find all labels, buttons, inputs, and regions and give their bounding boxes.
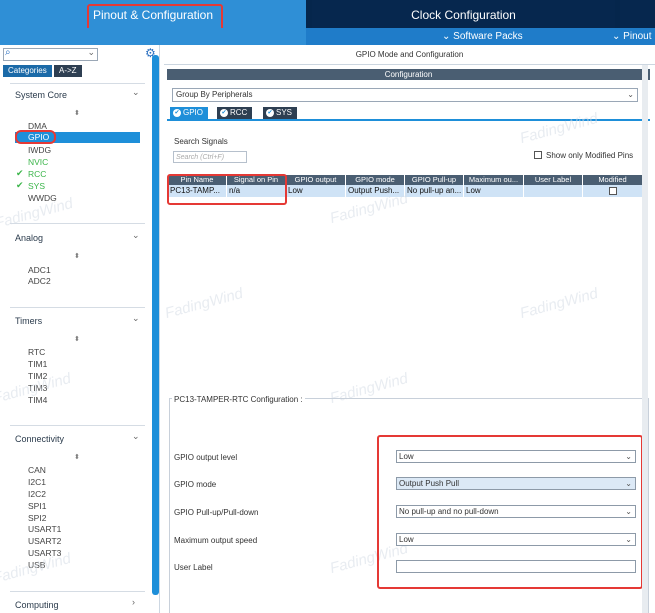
pinout-menu[interactable]: ⌄ Pinout: [612, 28, 652, 45]
section-timers[interactable]: Timers: [15, 316, 42, 326]
a-to-z-button[interactable]: A->Z: [54, 65, 82, 77]
highlight-box-pinout-tab: [87, 4, 223, 31]
search-signals-label: Search Signals: [174, 137, 228, 146]
sidebar-item-rtc[interactable]: RTC: [28, 347, 45, 357]
tab-rcc[interactable]: ✔ RCC: [217, 107, 253, 119]
chevron-down-icon[interactable]: ⌄: [132, 313, 140, 324]
panel-title: GPIO Mode and Configuration: [164, 45, 655, 65]
chevron-down-icon[interactable]: ⌄: [132, 87, 140, 98]
divider: [10, 425, 145, 426]
gpio-mode-label: GPIO mode: [174, 480, 217, 489]
modified-checkbox[interactable]: [609, 187, 617, 195]
software-packs-label: Software Packs: [453, 31, 523, 42]
table-cell-gpio-output[interactable]: Low: [286, 185, 346, 197]
divider: [10, 307, 145, 308]
highlight-box-pin-row: [167, 174, 287, 205]
divider: [10, 83, 145, 84]
software-packs-menu[interactable]: ⌄ Software Packs: [442, 28, 523, 45]
col-gpio-output[interactable]: GPIO output: [286, 175, 346, 185]
chevron-down-icon[interactable]: ⌄: [87, 47, 95, 58]
watermark: FadingWind: [518, 109, 600, 148]
search-signals-input[interactable]: Search (Ctrl+F): [173, 151, 247, 163]
chevron-right-icon[interactable]: ›: [132, 597, 135, 607]
table-cell-max-output[interactable]: Low: [464, 185, 524, 197]
check-circle-icon: ✔: [220, 109, 228, 117]
sidebar-item-can[interactable]: CAN: [28, 465, 46, 475]
pinout-menu-label: Pinout: [623, 31, 652, 42]
check-icon: ✔: [16, 180, 24, 190]
col-max-output[interactable]: Maximum ou...: [464, 175, 524, 185]
section-connectivity[interactable]: Connectivity: [15, 434, 64, 444]
pin-config-legend: PC13-TAMPER-RTC Configuration :: [172, 395, 305, 404]
tab-overflow[interactable]: [620, 0, 655, 28]
sidebar-item-spi1[interactable]: SPI1: [28, 501, 46, 511]
sort-icon[interactable]: ⬍: [74, 252, 80, 260]
sub-bar-left: [0, 28, 306, 45]
sidebar-item-adc1[interactable]: ADC1: [28, 265, 51, 275]
gpio-config-panel: GPIO Mode and Configuration Configuratio…: [163, 45, 655, 613]
check-icon: ✔: [16, 168, 24, 178]
category-sidebar: ⌕ ⌄ ⚙ Categories A->Z System Core ⌄ ⬍ DM…: [0, 45, 160, 613]
col-gpio-mode[interactable]: GPIO mode: [346, 175, 405, 185]
sidebar-item-spi2[interactable]: SPI2: [28, 513, 46, 523]
chevron-down-icon[interactable]: ⌄: [132, 230, 140, 241]
section-analog[interactable]: Analog: [15, 233, 43, 243]
section-computing[interactable]: Computing: [15, 600, 59, 610]
category-search-input[interactable]: ⌕ ⌄: [3, 47, 98, 61]
tab-sys[interactable]: ✔ SYS: [263, 107, 298, 119]
chevron-down-icon: ⌄: [627, 90, 634, 99]
col-modified[interactable]: Modified: [583, 175, 643, 185]
sidebar-item-tim1[interactable]: TIM1: [28, 359, 47, 369]
tab-sys-label: SYS: [276, 108, 293, 117]
gpio-pull-label: GPIO Pull-up/Pull-down: [174, 508, 259, 517]
show-modified-label: Show only Modified Pins: [546, 151, 634, 160]
table-cell-pullup[interactable]: No pull-up an...: [405, 185, 464, 197]
configuration-header: Configuration: [167, 69, 650, 80]
max-output-speed-label: Maximum output speed: [174, 536, 258, 545]
sort-icon[interactable]: ⬍: [74, 109, 80, 117]
group-by-select[interactable]: Group By Peripherals ⌄: [172, 88, 638, 102]
sort-icon[interactable]: ⬍: [74, 335, 80, 343]
section-system-core[interactable]: System Core: [15, 90, 67, 100]
sort-icon[interactable]: ⬍: [74, 453, 80, 461]
sidebar-item-rcc[interactable]: RCC: [28, 169, 46, 179]
chevron-down-icon[interactable]: ⌄: [132, 431, 140, 442]
sidebar-item-i2c1[interactable]: I2C1: [28, 477, 46, 487]
sidebar-scrollbar[interactable]: [152, 55, 159, 595]
show-modified-checkbox[interactable]: [534, 151, 542, 159]
tab-gpio[interactable]: ✔ GPIO: [170, 107, 209, 119]
sidebar-item-usart2[interactable]: USART2: [28, 536, 61, 546]
highlight-box-config-fields: [377, 435, 643, 589]
chevron-down-icon: ⌄: [442, 31, 454, 42]
chevron-down-icon: ⌄: [612, 31, 624, 42]
table-cell-user-label[interactable]: [524, 185, 583, 197]
sidebar-item-adc2[interactable]: ADC2: [28, 276, 51, 286]
tab-gpio-label: GPIO: [183, 108, 204, 117]
col-user-label[interactable]: User Label: [524, 175, 583, 185]
check-circle-icon: ✔: [173, 109, 181, 117]
categories-button[interactable]: Categories: [3, 65, 52, 77]
sidebar-item-iwdg[interactable]: IWDG: [28, 145, 51, 155]
watermark: FadingWind: [163, 284, 245, 323]
col-gpio-pullup[interactable]: GPIO Pull-up: [405, 175, 464, 185]
divider: [10, 591, 145, 592]
highlight-box-gpio: [15, 130, 56, 144]
gpio-output-level-label: GPIO output level: [174, 453, 238, 462]
right-scrollbar[interactable]: [642, 65, 648, 613]
sidebar-item-usart1[interactable]: USART1: [28, 524, 61, 534]
sidebar-item-nvic[interactable]: NVIC: [28, 157, 48, 167]
group-by-value: Group By Peripherals: [176, 90, 253, 99]
user-label-label: User Label: [174, 563, 213, 572]
check-circle-icon: ✔: [266, 109, 274, 117]
watermark: FadingWind: [518, 284, 600, 323]
tab-clock-configuration[interactable]: Clock Configuration: [312, 0, 615, 28]
sidebar-item-i2c2[interactable]: I2C2: [28, 489, 46, 499]
stm32cubemx-window: Pinout & Configuration Clock Configurati…: [0, 0, 655, 613]
tab-rcc-label: RCC: [230, 108, 248, 117]
search-icon: ⌕: [5, 47, 11, 58]
sidebar-item-sys[interactable]: SYS: [28, 181, 45, 191]
